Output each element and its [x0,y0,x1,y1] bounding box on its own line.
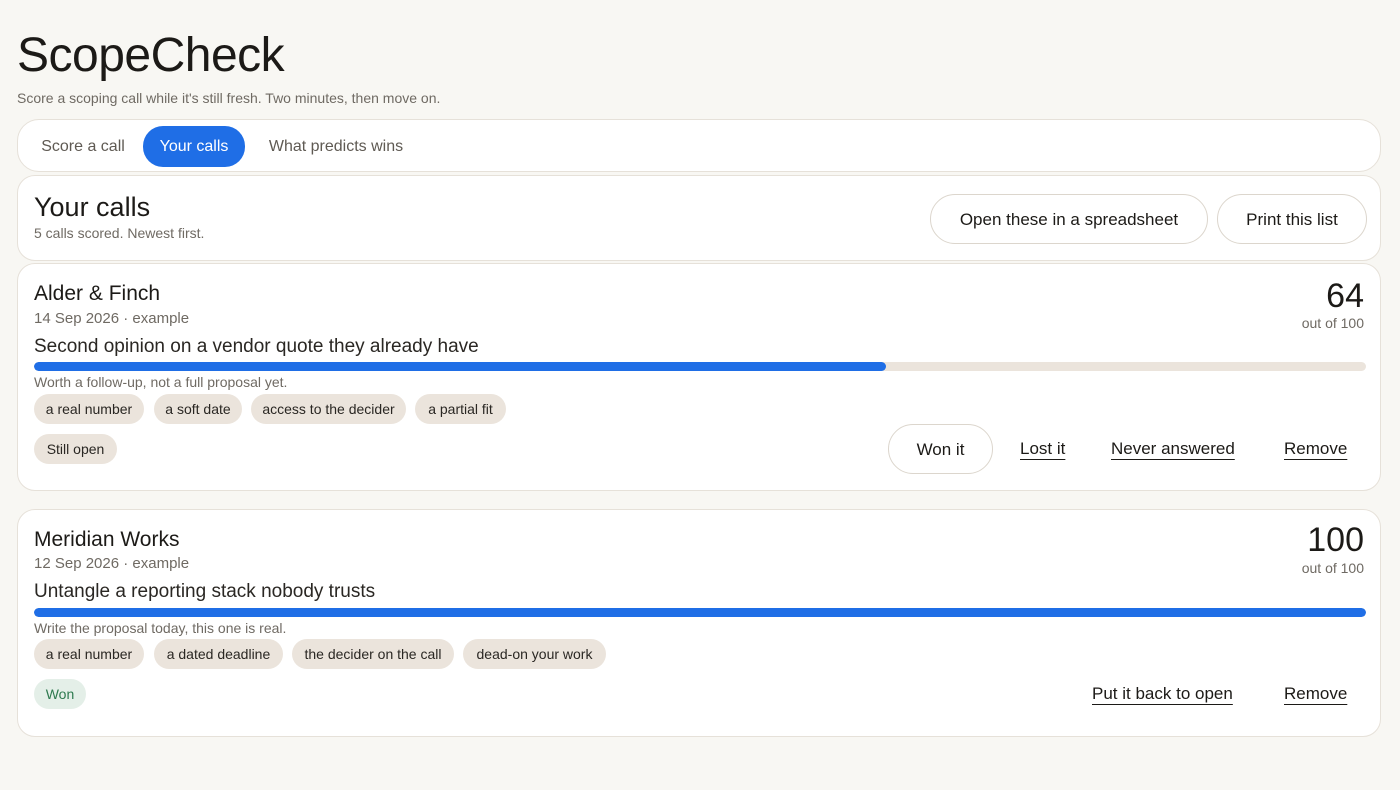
status-badge: Still open [34,434,117,464]
client-name: Alder & Finch [34,282,161,305]
tag-chip: dead-on your work [463,639,606,669]
tab-what-predicts-wins[interactable]: What predicts wins [253,126,419,167]
open-spreadsheet-button[interactable]: Open these in a spreadsheet [930,194,1208,244]
tag-chip: the decider on the call [292,639,454,669]
tag-chip: a partial fit [415,394,506,424]
engagement-description: Second opinion on a vendor quote they al… [34,336,479,357]
page-title: Your calls [34,192,151,222]
app-subtitle: Score a scoping call while it's still fr… [17,90,441,106]
tab-your-calls[interactable]: Your calls [143,126,245,167]
score-out-of: out of 100 [1301,315,1364,331]
status-badge: Won [34,679,86,709]
score-number: 64 [1326,277,1364,315]
call-date: 14 Sep 2026 · example [34,310,190,327]
calls-count-text: 5 calls scored. Newest first. [34,225,205,241]
engagement-description: Untangle a reporting stack nobody trusts [34,581,376,602]
call-card-alder-finch: Alder & Finch 14 Sep 2026 · example 64 o… [17,263,1381,491]
tab-bar: Score a call Your calls What predicts wi… [17,119,1381,172]
lost-it-link[interactable]: Lost it [1020,439,1065,459]
tag-chip: access to the decider [251,394,406,424]
score-out-of: out of 100 [1301,560,1364,576]
tag-chip: a dated deadline [154,639,283,669]
tag-chip: a real number [34,394,144,424]
verdict-text: Write the proposal today, this one is re… [34,620,287,636]
client-name: Meridian Works [34,528,180,551]
tag-chip: a soft date [154,394,242,424]
score-bar-fill [34,608,1366,617]
score-bar [34,608,1366,617]
remove-link[interactable]: Remove [1284,439,1347,459]
score-bar-fill [34,362,887,371]
call-date: 12 Sep 2026 · example [34,555,190,572]
won-it-button[interactable]: Won it [888,424,993,474]
verdict-text: Worth a follow-up, not a full proposal y… [34,374,288,390]
score-bar [34,362,1366,371]
print-list-button[interactable]: Print this list [1217,194,1367,244]
never-answered-link[interactable]: Never answered [1111,439,1235,459]
remove-link[interactable]: Remove [1284,684,1347,704]
put-back-to-open-link[interactable]: Put it back to open [1092,684,1233,704]
tag-chip: a real number [34,639,144,669]
app-title: ScopeCheck [17,29,285,82]
calls-header-card: Your calls 5 calls scored. Newest first.… [17,175,1381,261]
score-number: 100 [1307,521,1364,559]
call-card-meridian-works: Meridian Works 12 Sep 2026 · example 100… [17,509,1381,737]
tab-score-a-call[interactable]: Score a call [23,126,143,167]
